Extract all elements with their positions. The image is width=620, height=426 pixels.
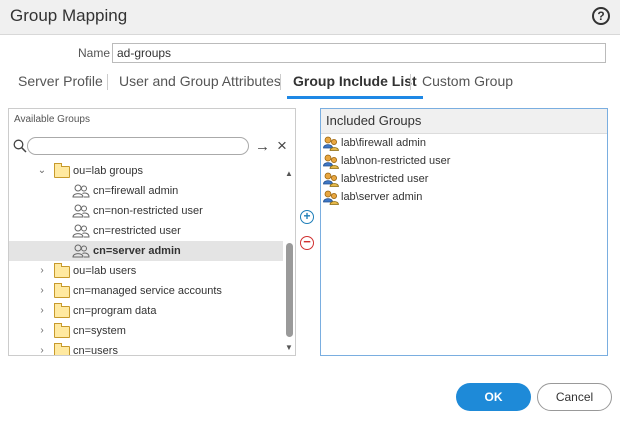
tree-node-label: ou=lab users xyxy=(73,265,137,277)
tree-node-label: cn=users xyxy=(73,345,118,356)
tree-node-label: cn=managed service accounts xyxy=(73,285,222,297)
tree-node-non-restricted-user[interactable]: cn=non-restricted user xyxy=(9,201,283,221)
included-group-label: lab\non-restricted user xyxy=(341,155,451,167)
close-icon[interactable]: × xyxy=(277,137,287,154)
included-group-item[interactable]: lab\non-restricted user xyxy=(321,152,607,170)
included-group-item[interactable]: lab\server admin xyxy=(321,188,607,206)
tree-node-label: cn=server admin xyxy=(93,245,181,257)
folder-icon xyxy=(54,323,70,338)
chevron-right-icon[interactable]: › xyxy=(37,301,47,321)
cancel-button[interactable]: Cancel xyxy=(537,383,612,411)
tab-group-include-list[interactable]: Group Include List xyxy=(287,72,423,99)
available-groups-panel: Available Groups → × ⌄ ou=lab groups cn=… xyxy=(8,108,296,356)
tab-user-and-group-attributes[interactable]: User and Group Attributes xyxy=(119,72,281,98)
folder-icon xyxy=(54,263,70,278)
tab-custom-group[interactable]: Custom Group xyxy=(422,72,513,98)
arrow-right-icon[interactable]: → xyxy=(255,139,270,154)
scrollbar-thumb[interactable] xyxy=(286,243,293,337)
tab-divider xyxy=(410,74,411,90)
tab-divider xyxy=(107,74,108,90)
tree-node-firewall-admin[interactable]: cn=firewall admin xyxy=(9,181,283,201)
name-label: Name xyxy=(78,46,111,60)
tree-node-users[interactable]: › cn=users xyxy=(9,341,283,356)
included-group-label: lab\restricted user xyxy=(341,173,429,185)
folder-icon xyxy=(54,163,70,178)
tree-node-label: cn=non-restricted user xyxy=(93,205,203,217)
tree-node-label: cn=firewall admin xyxy=(93,185,179,197)
included-group-item[interactable]: lab\firewall admin xyxy=(321,134,607,152)
tree-node-server-admin[interactable]: cn=server admin xyxy=(9,241,283,261)
included-groups-title: Included Groups xyxy=(326,113,422,128)
chevron-right-icon[interactable]: › xyxy=(37,341,47,355)
chevron-right-icon[interactable]: › xyxy=(37,261,47,281)
included-group-label: lab\firewall admin xyxy=(341,137,426,149)
tree-node-label: cn=program data xyxy=(73,305,157,317)
chevron-right-icon[interactable]: › xyxy=(37,281,47,301)
tree-node-program-data[interactable]: › cn=program data xyxy=(9,301,283,321)
included-group-label: lab\server admin xyxy=(341,191,423,203)
included-group-item[interactable]: lab\restricted user xyxy=(321,170,607,188)
available-groups-title: Available Groups xyxy=(14,114,90,125)
dialog-title: Group Mapping xyxy=(10,6,128,25)
tree-node-label: cn=restricted user xyxy=(93,225,181,237)
tab-server-profile[interactable]: Server Profile xyxy=(18,72,103,98)
title-bar: Group Mapping ? xyxy=(0,0,620,35)
folder-icon xyxy=(54,343,70,355)
tree-node-restricted-user[interactable]: cn=restricted user xyxy=(9,221,283,241)
name-field[interactable]: ad-groups xyxy=(112,43,606,63)
folder-icon xyxy=(54,283,70,298)
tree-node-ou-lab-users[interactable]: › ou=lab users xyxy=(9,261,283,281)
ok-button[interactable]: OK xyxy=(456,383,531,411)
tab-bar: Server Profile User and Group Attributes… xyxy=(0,72,620,99)
search-icon xyxy=(13,139,27,158)
included-groups-panel: Included Groups lab\firewall admin lab\n… xyxy=(320,108,608,356)
user-group-icon xyxy=(323,189,339,211)
tree-node-ou-lab-groups[interactable]: ⌄ ou=lab groups xyxy=(9,161,283,181)
tree-node-label: cn=system xyxy=(73,325,126,337)
chevron-down-icon[interactable]: ⌄ xyxy=(37,161,47,181)
remove-circle-icon[interactable]: − xyxy=(300,235,314,250)
scroll-up-icon[interactable]: ▲ xyxy=(285,169,293,178)
folder-icon xyxy=(54,303,70,318)
help-icon[interactable]: ? xyxy=(592,7,610,25)
search-input[interactable] xyxy=(27,137,249,155)
scroll-down-icon[interactable]: ▼ xyxy=(285,343,293,352)
tree-node-managed-service-accounts[interactable]: › cn=managed service accounts xyxy=(9,281,283,301)
tree-node-label: ou=lab groups xyxy=(73,165,144,177)
add-circle-icon[interactable]: + xyxy=(300,210,314,224)
tree-node-system[interactable]: › cn=system xyxy=(9,321,283,341)
chevron-right-icon[interactable]: › xyxy=(37,321,47,341)
tree-scrollbar[interactable]: ▲ ▼ xyxy=(285,167,295,355)
tab-divider xyxy=(280,74,281,90)
included-groups-header: Included Groups xyxy=(321,109,607,134)
